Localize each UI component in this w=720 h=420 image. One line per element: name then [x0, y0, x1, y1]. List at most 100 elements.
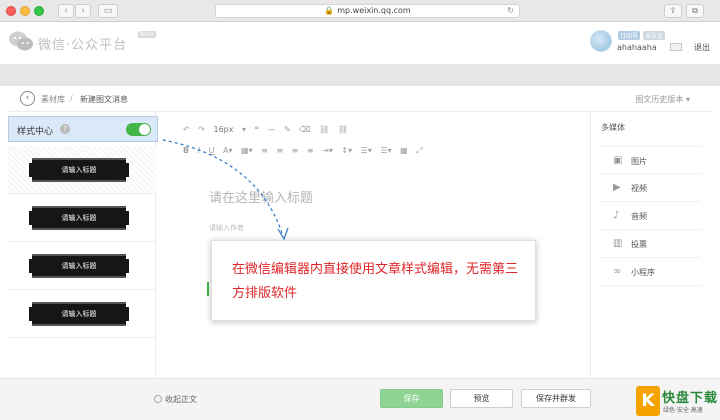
media-item-audio[interactable]: ♪ 音频: [601, 202, 701, 230]
site-header: 微信·公众平台 Beta 订阅号 未认证 ahahaaha 退出: [0, 22, 720, 64]
background-color-icon[interactable]: ▦▾: [241, 146, 253, 155]
underline-icon[interactable]: U: [209, 146, 215, 155]
video-icon: ▶: [613, 182, 621, 193]
quote-icon[interactable]: ❝: [255, 125, 259, 134]
style-template-item[interactable]: 请输入标题: [8, 290, 156, 338]
forward-arrow-icon[interactable]: ›: [75, 4, 91, 18]
link-icon[interactable]: ⛓: [319, 125, 329, 134]
breadcrumb: ‹ 素材库 / 新建图文消息 图文历史版本 ▾: [8, 86, 712, 112]
author-input[interactable]: 请输入作者: [209, 223, 244, 233]
image-icon: ▣: [613, 155, 623, 166]
table-icon[interactable]: ▦: [400, 146, 408, 155]
italic-icon[interactable]: I: [198, 146, 200, 155]
align-center-icon[interactable]: ≡: [276, 146, 283, 155]
share-icon[interactable]: ⇧: [664, 4, 682, 18]
editor-panel: ‹ 素材库 / 新建图文消息 图文历史版本 ▾ 样式中心 ? 请输入标题 请输入…: [8, 86, 712, 378]
miniprogram-icon: ∞: [613, 266, 622, 277]
media-item-video[interactable]: ▶ 视频: [601, 174, 701, 202]
font-color-icon[interactable]: A▾: [223, 146, 233, 155]
style-center-toggle[interactable]: [126, 123, 151, 136]
breadcrumb-library-link[interactable]: 素材库: [41, 94, 65, 105]
font-size-select[interactable]: 16px: [214, 125, 234, 134]
header-divider-band: [0, 64, 720, 86]
multimedia-title: 多媒体: [601, 123, 625, 132]
style-center-title: 样式中心: [17, 127, 54, 137]
browser-toolbar: ‹ › ▭ 🔒 mp.weixin.qq.com ↻ ⇧ ⧉: [0, 0, 720, 22]
text-cursor: [207, 282, 209, 296]
breadcrumb-current: 新建图文消息: [80, 95, 128, 104]
watermark-subtitle: 绿色·安全·高速: [663, 407, 703, 414]
ordered-list-icon[interactable]: ☰▾: [361, 146, 372, 155]
template-preview: 请输入标题: [29, 158, 129, 182]
close-window-button[interactable]: [6, 6, 16, 16]
format-brush-icon[interactable]: ✎: [284, 125, 291, 134]
clear-format-icon[interactable]: ⌫: [299, 125, 310, 134]
align-left-icon[interactable]: ≡: [261, 146, 268, 155]
avatar[interactable]: [590, 30, 612, 52]
media-item-poll[interactable]: ▥ 投票: [601, 230, 701, 258]
template-preview: 请输入标题: [29, 206, 129, 230]
sidebar-toggle-icon[interactable]: ▭: [98, 4, 118, 18]
account-name[interactable]: ahahaaha: [617, 43, 657, 52]
editor-toolbar-top: ↶ ↷ 16px ▾ ❝ — ✎ ⌫ ⛓ ⛓: [183, 125, 354, 137]
account-type-badge: 订阅号: [618, 31, 641, 40]
wechat-logo-icon: [9, 31, 33, 51]
media-item-label: 投票: [631, 240, 647, 249]
history-version-dropdown[interactable]: 图文历史版本 ▾: [635, 94, 690, 105]
preview-button[interactable]: 预览: [450, 389, 513, 408]
poll-icon: ▥: [613, 238, 623, 249]
media-item-image[interactable]: ▣ 图片: [601, 146, 701, 174]
undo-icon[interactable]: ↶: [183, 125, 190, 134]
media-item-label: 视频: [631, 184, 647, 193]
verification-badge: 未认证: [643, 31, 666, 40]
collapse-icon: [154, 395, 162, 403]
back-circle-icon[interactable]: ‹: [20, 91, 35, 106]
align-justify-icon[interactable]: ≡: [307, 146, 314, 155]
minimize-window-button[interactable]: [20, 6, 30, 16]
callout-text: 在微信编辑器内直接使用文章样式编辑，无需第三方排版软件: [232, 262, 519, 301]
horizontal-rule-icon[interactable]: —: [267, 125, 275, 134]
platform-title: 微信·公众平台: [38, 38, 128, 53]
save-button[interactable]: 保存: [380, 389, 443, 408]
bold-icon[interactable]: B: [183, 146, 189, 155]
zoom-window-button[interactable]: [34, 6, 44, 16]
chevron-down-icon[interactable]: ▾: [242, 125, 246, 134]
save-and-send-button[interactable]: 保存并群发: [521, 389, 591, 408]
help-icon[interactable]: ?: [60, 124, 70, 134]
style-template-item[interactable]: 请输入标题: [8, 146, 156, 194]
tabs-overview-icon[interactable]: ⧉: [686, 4, 704, 18]
reload-icon[interactable]: ↻: [507, 5, 514, 17]
template-preview: 请输入标题: [29, 302, 129, 326]
breadcrumb-separator: /: [70, 94, 73, 103]
unlink-icon[interactable]: ⛓: [338, 125, 348, 134]
fullscreen-icon[interactable]: ⤢: [416, 146, 422, 156]
collapse-body-button[interactable]: 收起正文: [154, 394, 197, 405]
line-height-icon[interactable]: ↕▾: [341, 146, 352, 155]
style-template-item[interactable]: 请输入标题: [8, 242, 156, 290]
media-item-miniprogram[interactable]: ∞ 小程序: [601, 258, 701, 286]
address-bar[interactable]: 🔒 mp.weixin.qq.com ↻: [215, 4, 520, 18]
template-preview: 请输入标题: [29, 254, 129, 278]
article-title-input[interactable]: 请在这里输入标题: [209, 187, 313, 206]
site-watermark: K 快盘下载 绿色·安全·高速: [636, 386, 718, 418]
action-bar: 收起正文 保存 预览 保存并群发: [0, 378, 720, 420]
watermark-title: 快盘下载: [662, 391, 719, 406]
back-arrow-icon[interactable]: ‹: [58, 4, 74, 18]
beta-badge: Beta: [138, 31, 156, 38]
align-right-icon[interactable]: ≡: [292, 146, 299, 155]
mail-icon[interactable]: [670, 43, 682, 51]
style-center-column: 样式中心 ? 请输入标题 请输入标题 请输入标题 请输入标题: [8, 112, 158, 378]
address-text: mp.weixin.qq.com: [337, 6, 411, 15]
toggle-knob: [139, 124, 150, 135]
media-item-label: 小程序: [631, 268, 655, 277]
editor-toolbar-bottom: B I U A▾ ▦▾ ≡ ≡ ≡ ≡ ⇥▾ ↕▾ ☰▾ ☰▾ ▦ ⤢: [183, 146, 429, 158]
watermark-logo: K: [636, 386, 660, 416]
style-template-item[interactable]: 请输入标题: [8, 194, 156, 242]
logout-link[interactable]: 退出: [694, 42, 710, 53]
media-item-label: 图片: [631, 157, 647, 166]
multimedia-panel: 多媒体 ▣ 图片 ▶ 视频 ♪ 音频 ▥ 投票 ∞ 小程序: [590, 112, 712, 378]
lock-icon: 🔒: [324, 6, 335, 15]
unordered-list-icon[interactable]: ☰▾: [380, 146, 391, 155]
redo-icon[interactable]: ↷: [198, 125, 205, 134]
indent-icon[interactable]: ⇥▾: [322, 146, 333, 155]
